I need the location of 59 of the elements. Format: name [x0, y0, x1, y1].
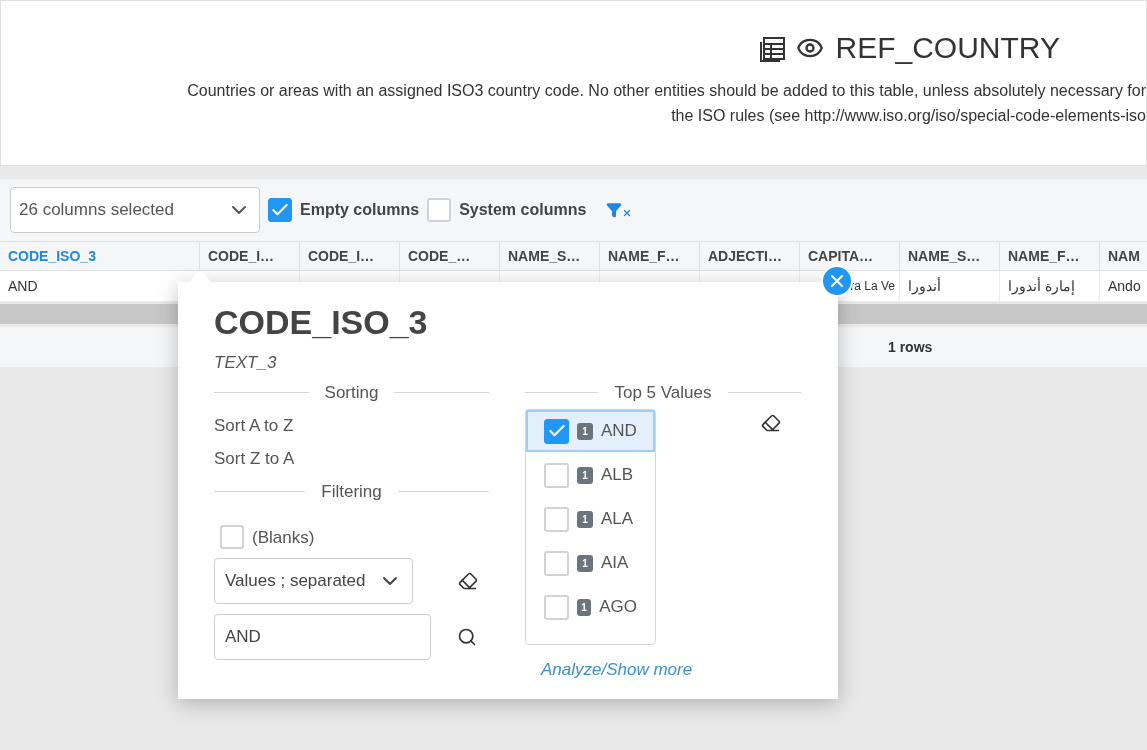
checkbox[interactable]	[544, 550, 569, 576]
checkbox[interactable]	[544, 462, 569, 488]
count-badge: 1	[577, 510, 593, 528]
column-header[interactable]: NAME_F…	[1000, 242, 1100, 270]
column-header[interactable]: CODE_I…	[200, 242, 300, 270]
checkbox-label: Empty columns	[300, 200, 420, 220]
sort-option[interactable]: Sort A to Z	[214, 413, 294, 438]
search-icon[interactable]	[457, 627, 477, 647]
value-label: AND	[601, 420, 637, 443]
column-header[interactable]: CODE_…	[400, 242, 500, 270]
value-item[interactable]: 1 ALA	[526, 498, 655, 540]
clear-filter-button[interactable]	[606, 202, 633, 218]
column-header[interactable]: NAM	[1100, 242, 1147, 270]
description-text: the ISO rules (see http://www.iso.org/iso/special-code-elements-iso	[671, 106, 1146, 126]
table-cell-text: AND	[8, 276, 38, 296]
filter-mode-dropdown[interactable]: Values ; separated	[214, 558, 413, 604]
section-heading: Filtering	[321, 481, 382, 503]
count-badge: 1	[577, 554, 593, 572]
section-heading: Sorting	[324, 381, 379, 404]
value-label: AGO	[599, 596, 637, 619]
column-header[interactable]: ADJECTI…	[700, 242, 800, 270]
value-item[interactable]: 1 ALB	[526, 454, 655, 496]
description-text: Countries or areas with an assigned ISO3 country code. No other entities should be added to this table, unless absolutely necessary for	[187, 81, 1146, 101]
row-count: 1 rows	[888, 337, 933, 357]
filter-clear-icon	[606, 202, 633, 218]
checkbox[interactable]	[268, 198, 292, 222]
sort-option[interactable]: Sort Z to A	[214, 446, 295, 471]
column-header[interactable]: NAME_F…	[600, 242, 700, 270]
table-cell-text: إمارة أندورا	[1008, 276, 1075, 297]
checkbox[interactable]	[544, 506, 569, 532]
checkbox[interactable]	[220, 525, 244, 550]
value-label: ALA	[601, 508, 634, 531]
value-item[interactable]: 1 AND	[526, 410, 655, 452]
checkbox[interactable]	[427, 198, 452, 222]
checkbox[interactable]	[544, 418, 569, 444]
popup-title: CODE_ISO_3	[214, 302, 428, 342]
value-item[interactable]: 1 AIA	[526, 542, 655, 584]
analyze-link[interactable]: Analyze/Show more	[541, 657, 801, 683]
table-cell-text: أندورا	[908, 276, 941, 297]
value-label: ALB	[601, 464, 634, 487]
column-type: TEXT_3	[214, 352, 278, 374]
value-item[interactable]: 1 AGO	[526, 586, 655, 628]
column-header[interactable]: NAME_S…	[500, 242, 600, 270]
filter-input[interactable]: AND	[214, 614, 431, 660]
count-badge: 1	[577, 598, 592, 616]
table-cell-text: Ando	[1108, 276, 1141, 296]
checkbox[interactable]	[544, 594, 569, 620]
checkbox-label: (Blanks)	[252, 526, 315, 549]
column-header[interactable]: NAME_S…	[900, 242, 1000, 270]
count-badge: 1	[577, 466, 593, 484]
eraser-icon[interactable]	[761, 413, 781, 433]
page-title: REF_COUNTRY	[835, 30, 1060, 66]
section-heading: Top 5 Values	[614, 381, 712, 404]
eraser-icon[interactable]	[458, 571, 478, 591]
column-header[interactable]: CODE_I…	[300, 242, 400, 270]
checkbox-label: System columns	[459, 200, 587, 220]
count-badge: 1	[577, 422, 593, 440]
columns-dropdown[interactable]: 26 columns selected	[10, 187, 260, 233]
value-label: AIA	[601, 552, 629, 575]
